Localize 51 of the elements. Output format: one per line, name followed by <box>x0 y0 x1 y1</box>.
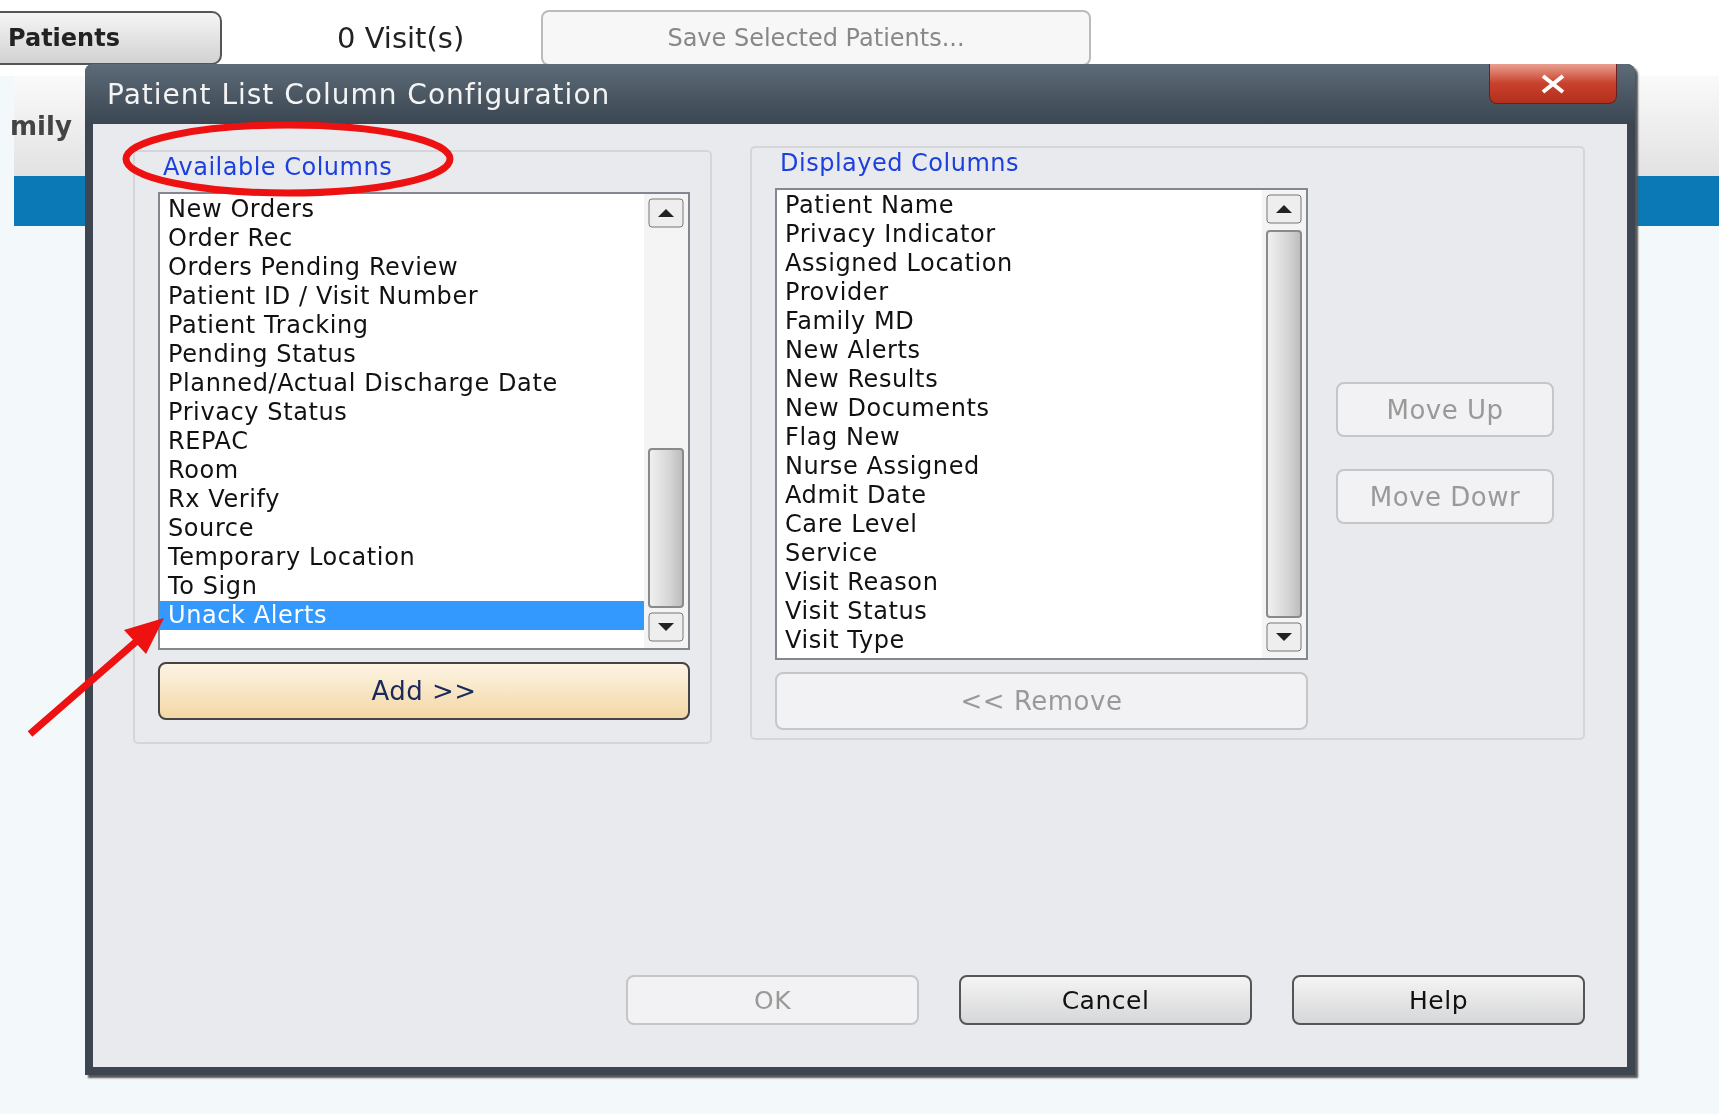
list-item[interactable]: New Documents <box>777 394 1262 423</box>
list-item[interactable]: Room <box>160 456 644 485</box>
group-label: Displayed Columns <box>780 148 1020 178</box>
list-item[interactable]: Privacy Indicator <box>777 220 1262 249</box>
list-item[interactable]: Care Level <box>777 510 1262 539</box>
list-item[interactable]: Visit Status <box>777 597 1262 626</box>
column-header: mily <box>10 111 72 141</box>
list-item[interactable]: Provider <box>777 278 1262 307</box>
patients-button[interactable]: Patients <box>0 11 222 65</box>
window-title: Patient List Column Configuration <box>107 77 611 111</box>
scrollbar[interactable] <box>1262 190 1306 658</box>
add-button[interactable]: Add >> <box>158 662 690 720</box>
list-item[interactable]: Patient Name <box>777 191 1262 220</box>
scroll-up-icon[interactable] <box>1266 194 1302 224</box>
scrollbar[interactable] <box>644 194 688 648</box>
list-item[interactable]: Orders Pending Review <box>160 253 644 282</box>
list-item[interactable]: Visit Type <box>777 626 1262 655</box>
dialog-button[interactable]: Help <box>1292 975 1585 1025</box>
list-item[interactable]: Family MD <box>777 307 1262 336</box>
list-item[interactable]: Patient ID / Visit Number <box>160 282 644 311</box>
list-item[interactable]: REPAC <box>160 427 644 456</box>
list-item[interactable]: Service <box>777 539 1262 568</box>
list-item[interactable]: Source <box>160 514 644 543</box>
scroll-thumb[interactable] <box>1266 230 1302 618</box>
visit-count: 0 Visit(s) <box>337 21 466 55</box>
scroll-up-icon[interactable] <box>648 198 684 228</box>
list-item[interactable]: Order Rec <box>160 224 644 253</box>
close-icon <box>1540 73 1566 94</box>
dialog-button[interactable]: Cancel <box>959 975 1252 1025</box>
list-item[interactable]: Privacy Status <box>160 398 644 427</box>
close-button[interactable] <box>1489 64 1617 104</box>
scroll-thumb[interactable] <box>648 448 684 608</box>
list-item[interactable]: New Orders <box>160 195 644 224</box>
scroll-down-icon[interactable] <box>648 612 684 642</box>
list-item[interactable]: Pending Status <box>160 340 644 369</box>
list-item[interactable]: Assigned Location <box>777 249 1262 278</box>
list-item[interactable]: Nurse Assigned <box>777 452 1262 481</box>
list-item[interactable]: New Alerts <box>777 336 1262 365</box>
list-item[interactable]: Visit Reason <box>777 568 1262 597</box>
list-item[interactable]: To Sign <box>160 572 644 601</box>
list-item[interactable]: Rx Verify <box>160 485 644 514</box>
list-item[interactable]: Planned/Actual Discharge Date <box>160 369 644 398</box>
list-item[interactable]: Admit Date <box>777 481 1262 510</box>
group-label: Available Columns <box>163 152 394 182</box>
displayed-list[interactable]: Patient Name Privacy Indicator Assigned Location Provider Family MD New Alerts New Results New Documents Flag New Nurse Assigned Admit Date Care Level Service Visit Reason Visit Status Visit Type <box>775 188 1308 660</box>
list-item[interactable]: Patient Tracking <box>160 311 644 340</box>
list-item[interactable]: Flag New <box>777 423 1262 452</box>
list-item[interactable]: Temporary Location <box>160 543 644 572</box>
list-item[interactable]: New Results <box>777 365 1262 394</box>
available-list[interactable] <box>158 192 690 650</box>
scroll-down-icon[interactable] <box>1266 622 1302 652</box>
